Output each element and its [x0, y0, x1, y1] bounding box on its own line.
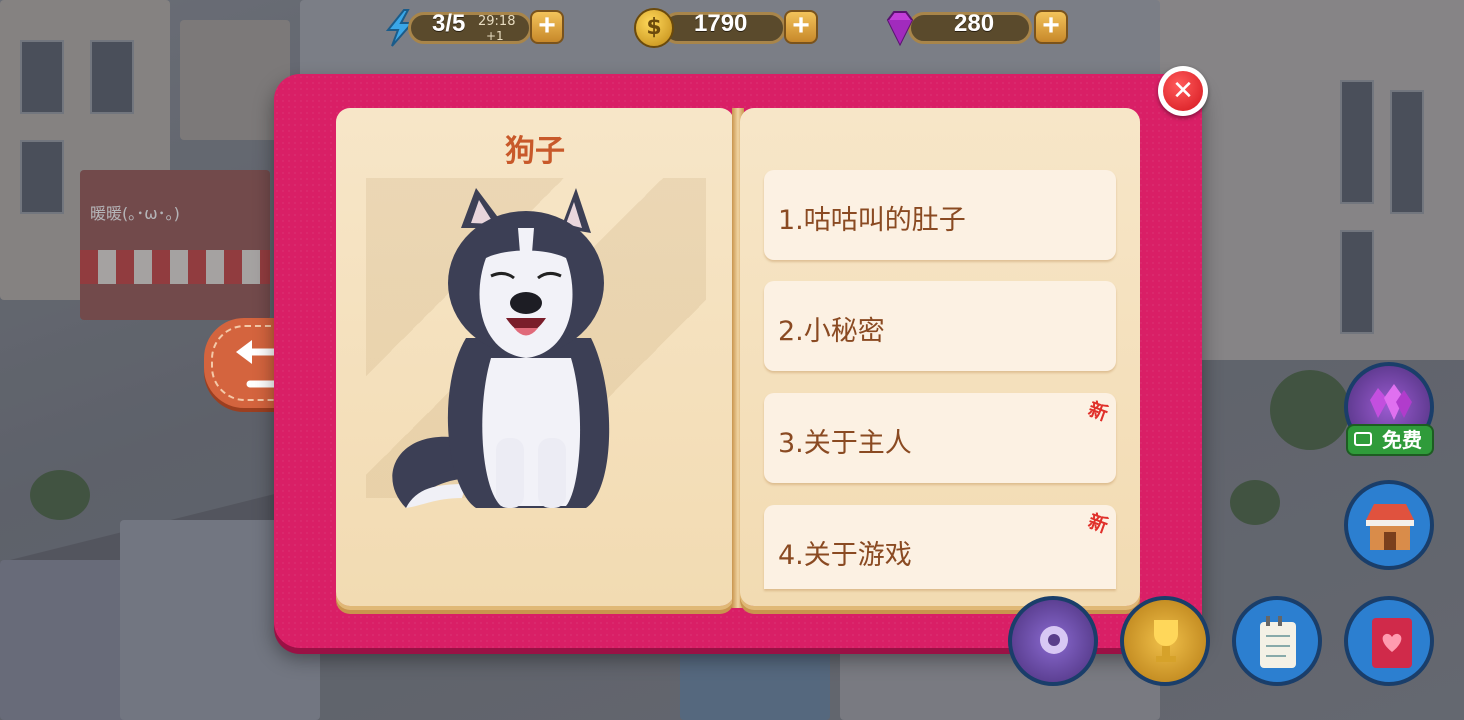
coin-icon: $ [634, 8, 674, 48]
gem-value: 280 [954, 10, 995, 37]
left-page: 狗子 [336, 108, 734, 606]
new-badge: 新 [1085, 510, 1111, 538]
coin-counter: $ 1790 + [634, 8, 824, 48]
gem-icon [886, 11, 914, 47]
story-label: 2.小秘密 [778, 316, 885, 347]
energy-counter: 3/5 29:18 +1 + [380, 8, 570, 47]
close-button[interactable]: ✕ [1158, 66, 1208, 116]
story-label: 1.咕咕叫的肚子 [778, 205, 966, 236]
shop-icon [1366, 504, 1414, 550]
husky-dog-image [392, 188, 610, 508]
right-page: 1.咕咕叫的肚子 2.小秘密 3.关于主人 新 4.关于游戏 新 [740, 108, 1140, 606]
heart-book-icon [1372, 618, 1412, 668]
free-label[interactable]: 免费 [1346, 424, 1434, 456]
story-label: 3.关于主人 [778, 428, 912, 459]
notepad-icon [1260, 616, 1296, 668]
gem-counter: 280 + [880, 8, 1070, 47]
story-label: 4.关于游戏 [778, 540, 912, 571]
energy-regen: +1 [486, 29, 504, 43]
trophy-icon [1154, 620, 1178, 662]
shop-button[interactable] [1344, 480, 1434, 570]
close-icon: ✕ [1163, 71, 1203, 111]
add-energy-button[interactable]: + [530, 10, 564, 44]
video-play-icon [1354, 432, 1372, 446]
coin-value: 1790 [694, 10, 748, 37]
notes-button[interactable] [1232, 596, 1322, 686]
energy-value: 3/5 [432, 10, 466, 37]
add-coins-button[interactable]: + [784, 10, 818, 44]
pet-book-button[interactable] [1344, 596, 1434, 686]
gem-pile-icon [1370, 384, 1412, 420]
story-item-4[interactable]: 4.关于游戏 新 [764, 505, 1116, 589]
energy-timer: 29:18 [478, 14, 516, 29]
trophy-button[interactable] [1120, 596, 1210, 686]
story-item-1[interactable]: 1.咕咕叫的肚子 [764, 170, 1116, 260]
add-gems-button[interactable]: + [1034, 10, 1068, 44]
gear-icon [1040, 626, 1068, 654]
story-item-2[interactable]: 2.小秘密 [764, 281, 1116, 371]
pet-story-book: 狗子 1.咕咕叫的肚子 2.小秘密 3.关于主人 新 4.关于游戏 新 [274, 74, 1202, 648]
free-text: 免费 [1382, 428, 1422, 452]
pet-name: 狗子 [505, 134, 565, 169]
story-item-3[interactable]: 3.关于主人 新 [764, 393, 1116, 483]
new-badge: 新 [1085, 398, 1111, 426]
settings-button[interactable] [1008, 596, 1098, 686]
